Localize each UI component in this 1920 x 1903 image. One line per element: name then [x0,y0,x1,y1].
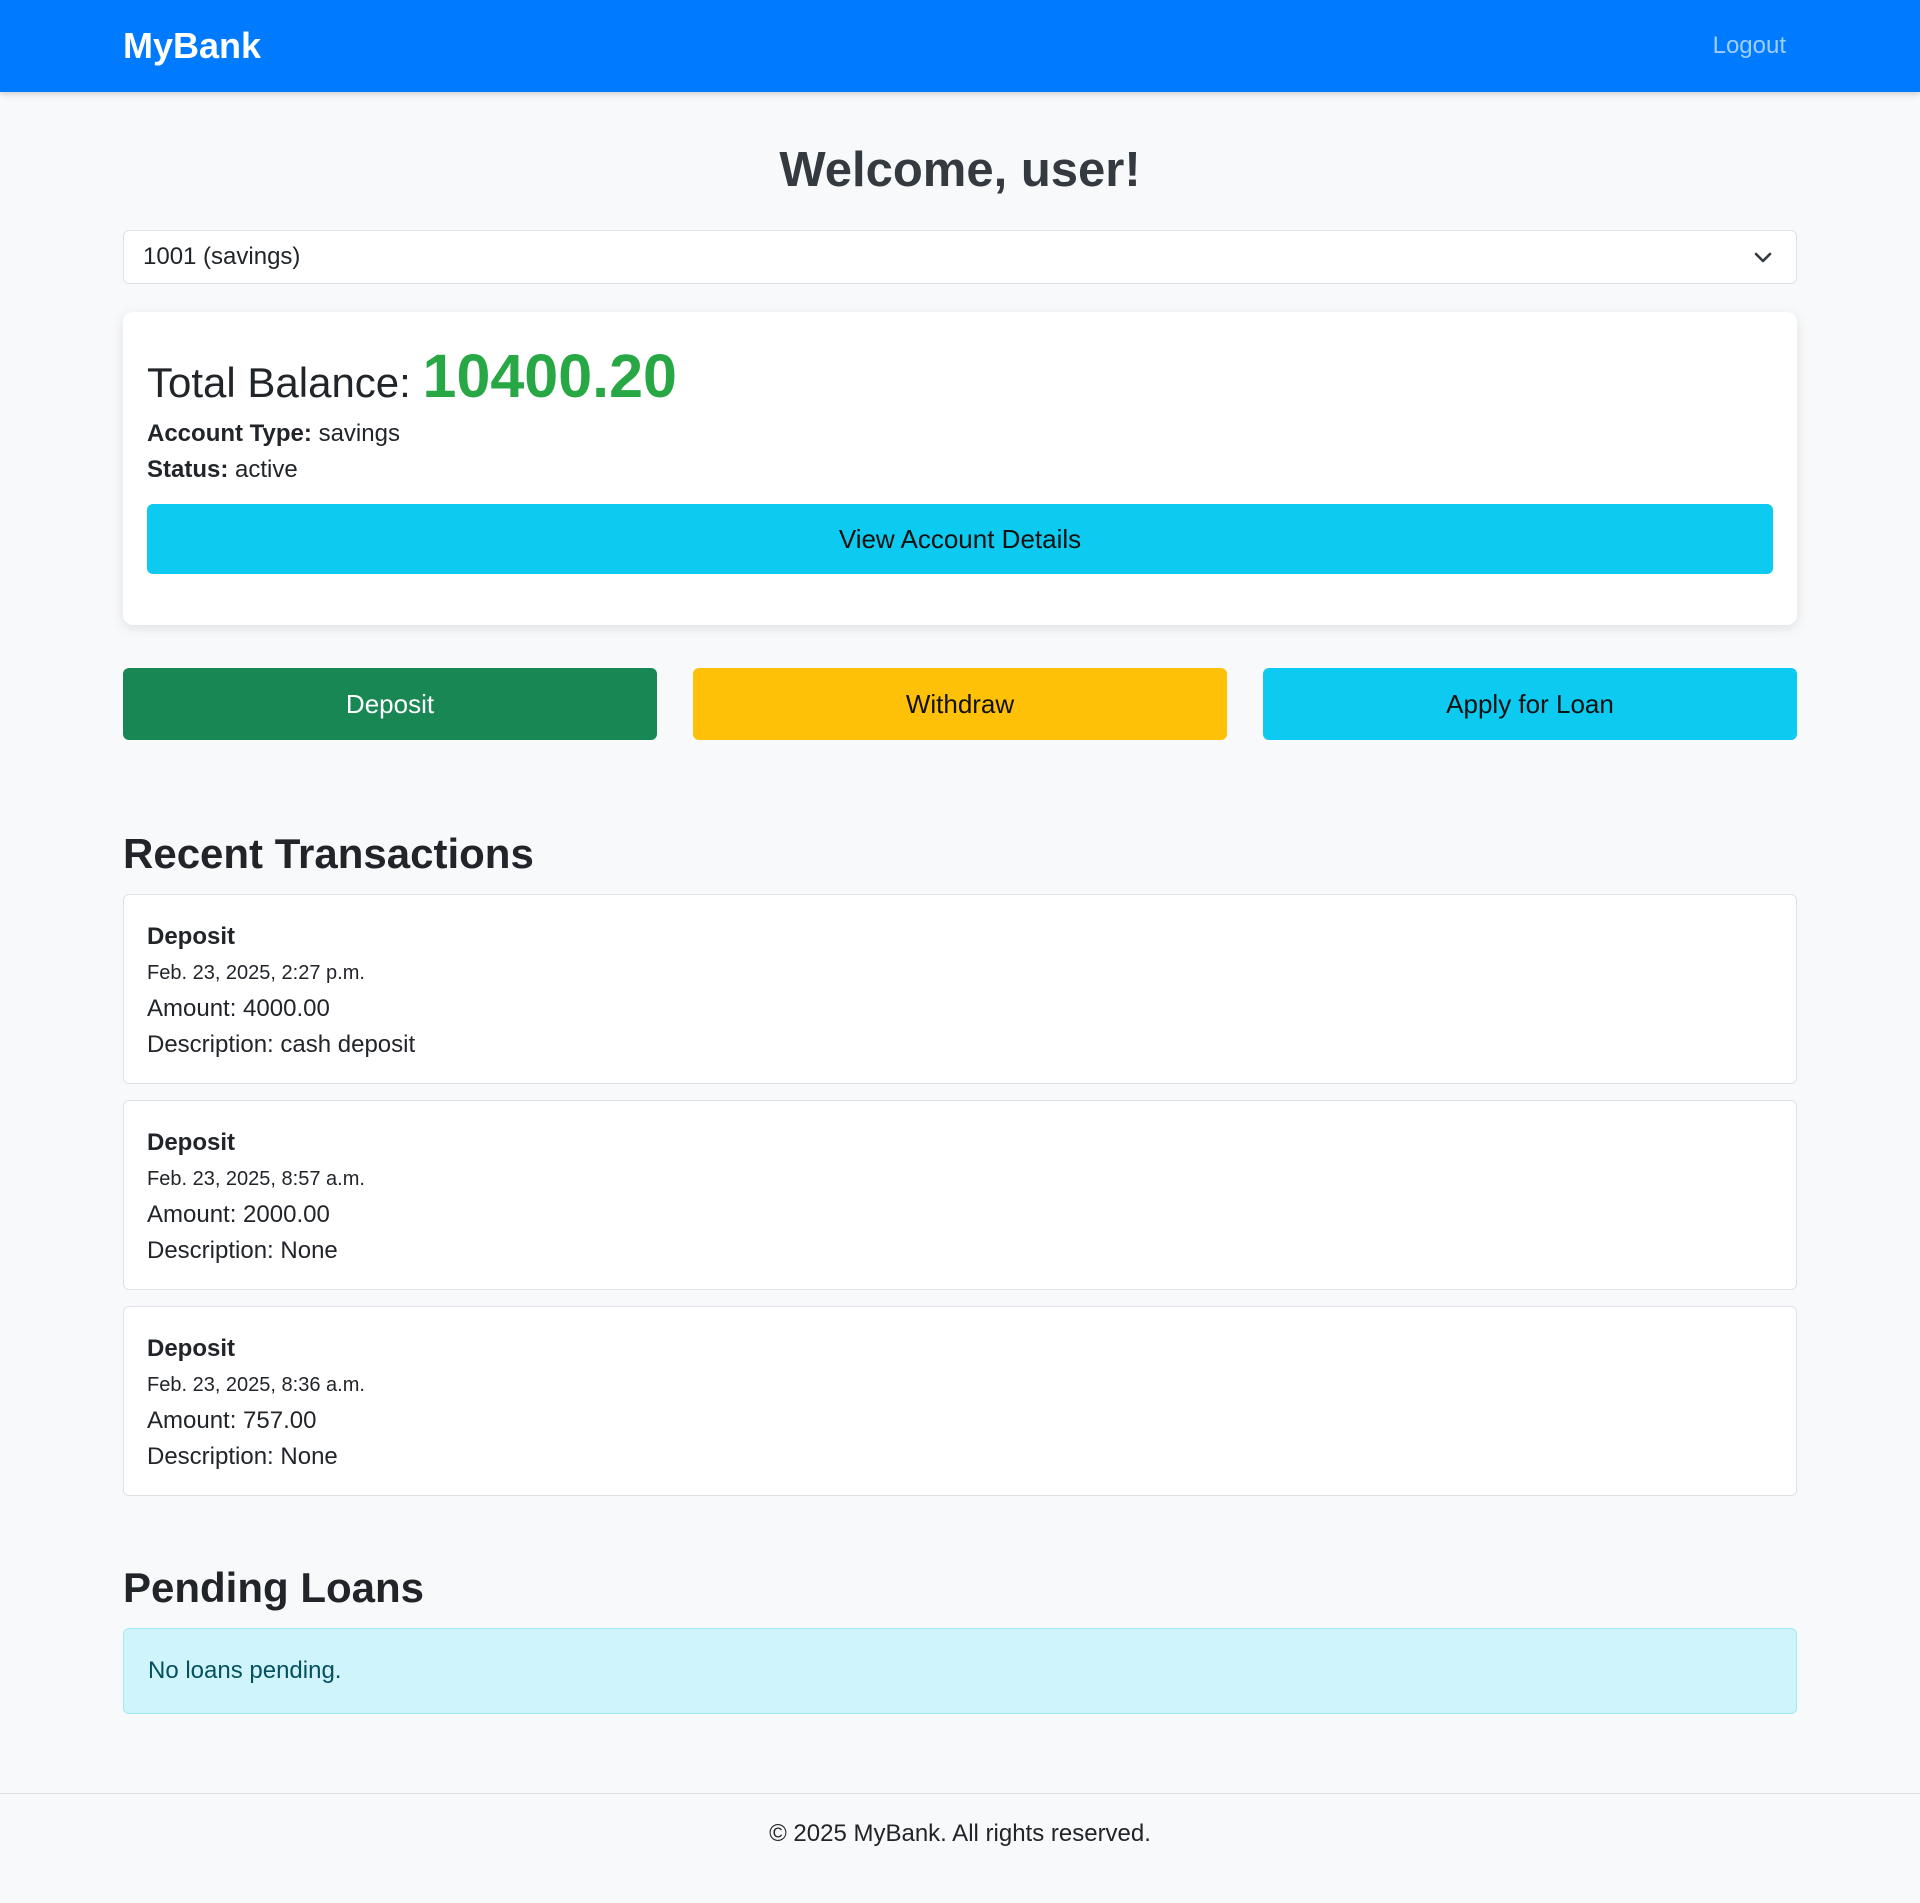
balance-label: Total Balance: [147,359,411,406]
transaction-date: Feb. 23, 2025, 8:36 a.m. [147,1374,365,1396]
transaction-item: Deposit Feb. 23, 2025, 2:27 p.m. Amount:… [123,894,1797,1084]
transaction-description: Description: None [147,1237,338,1264]
navbar: MyBank Logout [0,0,1920,92]
transaction-type: Deposit [147,1129,236,1156]
logout-link[interactable]: Logout [1713,0,1786,92]
transaction-date: Feb. 23, 2025, 2:27 p.m. [147,962,365,984]
transaction-description: Description: None [147,1443,338,1470]
account-type-label: Account Type: [147,420,312,447]
status-value: active [235,456,298,483]
transaction-amount: Amount: 757.00 [147,1407,317,1434]
transaction-type: Deposit [147,923,236,950]
main-container: Welcome, user! 1001 (savings) Total Bala… [123,92,1797,1714]
transaction-item: Deposit Feb. 23, 2025, 8:36 a.m. Amount:… [123,1306,1797,1496]
view-account-details-button[interactable]: View Account Details [147,504,1773,574]
account-type-line: Account Type: savings [147,416,1773,452]
balance-value: 10400.20 [422,342,677,410]
balance-row: Total Balance: 10400.20 [147,336,1773,416]
status-line: Status: active [147,452,1773,488]
no-loans-alert: No loans pending. [123,1628,1797,1714]
withdraw-button[interactable]: Withdraw [693,668,1227,740]
account-select[interactable]: 1001 (savings) [123,230,1797,284]
transaction-description: Description: cash deposit [147,1031,416,1058]
page-title: Welcome, user! [779,143,1141,197]
chevron-down-icon [1754,252,1772,263]
recent-transactions-title: Recent Transactions [123,830,534,877]
status-label: Status: [147,456,229,483]
balance-card: Total Balance: 10400.20 Account Type: sa… [123,312,1797,625]
account-select-value: 1001 (savings) [143,243,301,270]
pending-loans-title: Pending Loans [123,1564,425,1611]
transaction-amount: Amount: 2000.00 [147,1201,330,1228]
account-type-value: savings [318,420,400,447]
transaction-list: Deposit Feb. 23, 2025, 2:27 p.m. Amount:… [123,894,1797,1496]
footer: © 2025 MyBank. All rights reserved. [0,1793,1920,1903]
transaction-item: Deposit Feb. 23, 2025, 8:57 a.m. Amount:… [123,1100,1797,1290]
apply-loan-button[interactable]: Apply for Loan [1263,668,1797,740]
transaction-amount: Amount: 4000.00 [147,995,330,1022]
transaction-type: Deposit [147,1335,236,1362]
transaction-date: Feb. 23, 2025, 8:57 a.m. [147,1168,365,1190]
action-buttons: Deposit Withdraw Apply for Loan [123,668,1797,740]
deposit-button[interactable]: Deposit [123,668,657,740]
brand-logo[interactable]: MyBank [123,0,261,92]
